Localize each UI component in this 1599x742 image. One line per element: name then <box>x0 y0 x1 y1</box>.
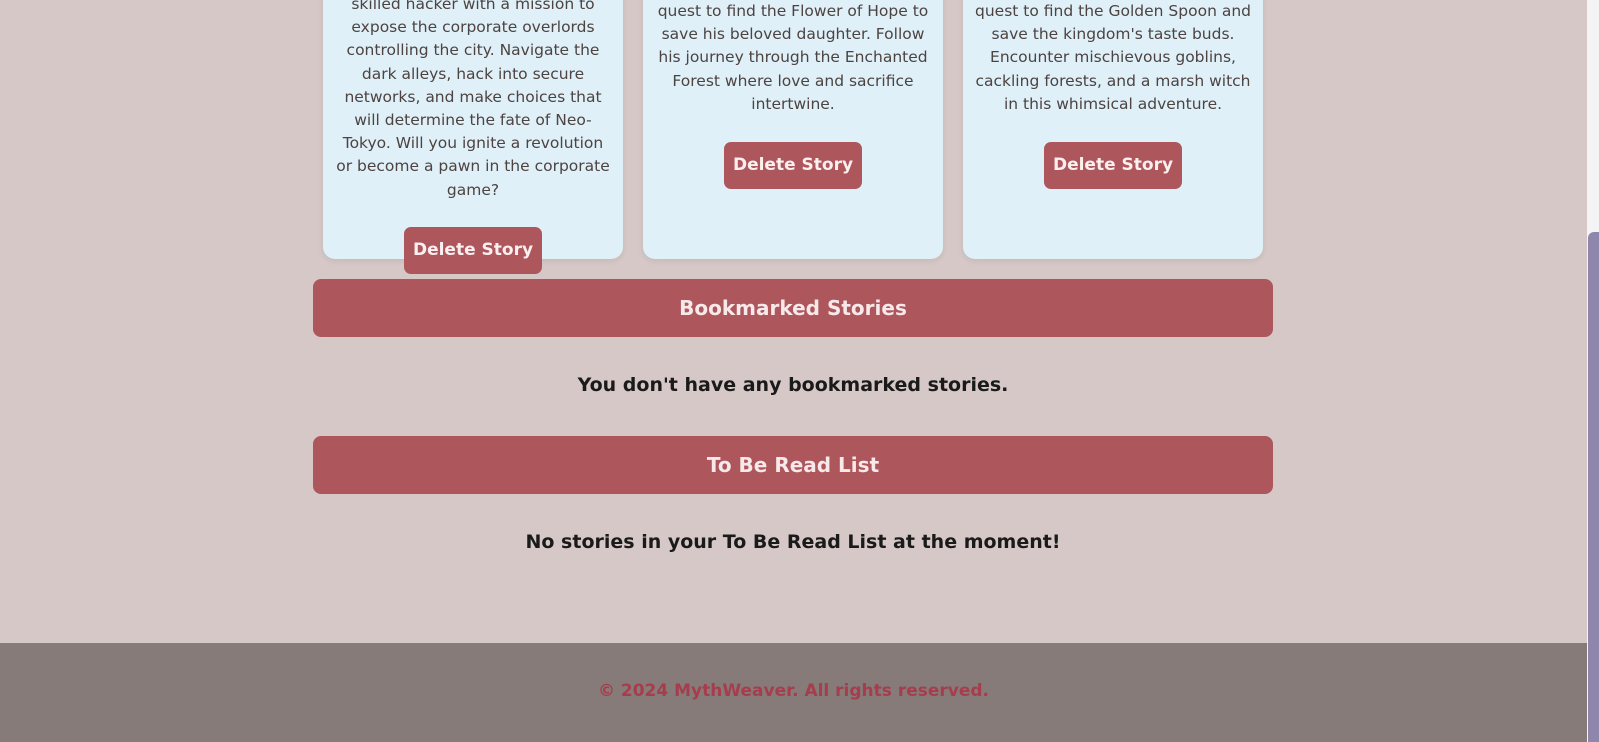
bookmarked-stories-header: Bookmarked Stories <box>313 279 1273 337</box>
bookmarked-empty-message: You don't have any bookmarked stories. <box>577 374 1009 396</box>
scrollbar-thumb[interactable] <box>1588 232 1599 742</box>
to-be-read-header: To Be Read List <box>313 436 1273 494</box>
story-card: skilled hacker with a mission to expose … <box>323 0 623 274</box>
story-description: quest to find the Flower of Hope to save… <box>657 2 929 113</box>
page: skilled hacker with a mission to expose … <box>0 0 1599 742</box>
delete-story-button[interactable]: Delete Story <box>1044 142 1182 190</box>
footer-copyright: © 2024 MythWeaver. All rights reserved. <box>597 681 990 701</box>
story-card: quest to find the Golden Spoon and save … <box>963 0 1263 259</box>
story-card: quest to find the Flower of Hope to save… <box>643 0 943 259</box>
story-description: skilled hacker with a mission to expose … <box>336 0 610 199</box>
to-be-read-empty-message: No stories in your To Be Read List at th… <box>525 531 1061 553</box>
story-description: quest to find the Golden Spoon and save … <box>975 2 1251 113</box>
delete-story-button[interactable]: Delete Story <box>404 226 542 274</box>
delete-story-button[interactable]: Delete Story <box>724 142 862 190</box>
footer: © 2024 MythWeaver. All rights reserved. <box>0 643 1587 742</box>
